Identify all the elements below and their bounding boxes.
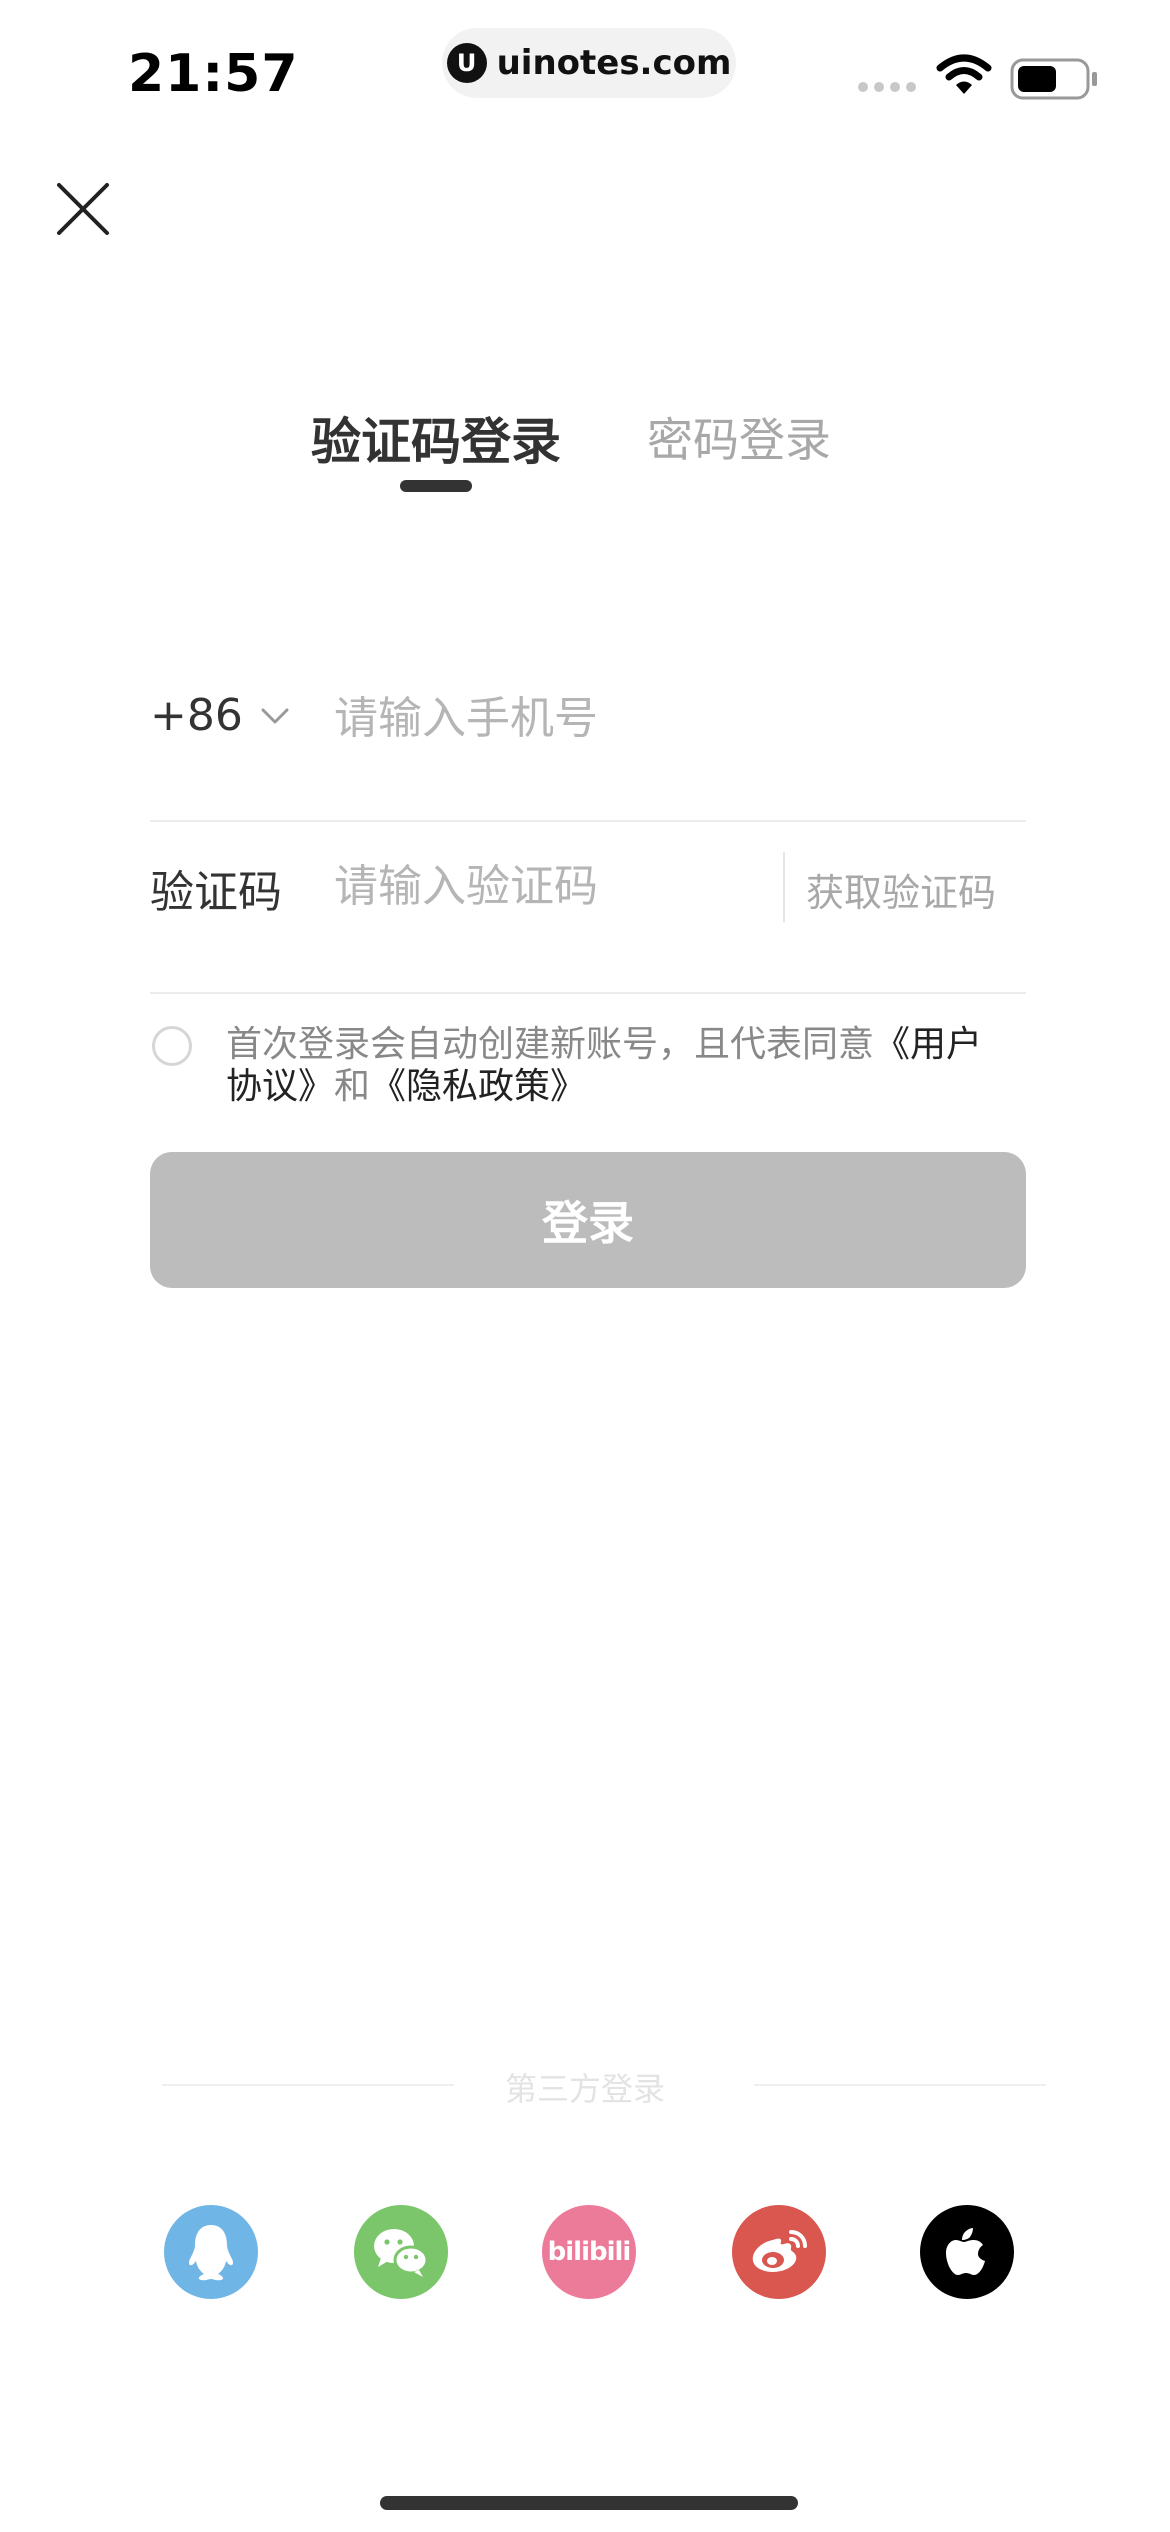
close-icon[interactable] xyxy=(56,182,110,236)
code-label: 验证码 xyxy=(150,867,282,918)
weibo-icon xyxy=(752,2230,807,2272)
weibo-login-button[interactable] xyxy=(732,2205,826,2299)
qq-login-button[interactable] xyxy=(164,2205,258,2299)
agreement-and: 和 xyxy=(334,1066,371,1107)
url-text: uinotes.com xyxy=(496,43,732,83)
get-code-button[interactable]: 获取验证码 xyxy=(806,862,996,917)
qq-icon xyxy=(188,2225,234,2281)
chevron-down-icon xyxy=(261,708,289,723)
login-button[interactable]: 登录 xyxy=(150,1152,1026,1288)
phone-input[interactable] xyxy=(334,686,1014,750)
bilibili-login-button[interactable]: bilibili xyxy=(542,2205,636,2299)
signal-icon xyxy=(858,82,916,92)
code-divider xyxy=(150,992,1026,994)
wifi-icon xyxy=(936,54,992,94)
privacy-policy-link[interactable]: 《隐私政策》 xyxy=(370,1066,586,1107)
tab-password-login[interactable]: 密码登录 xyxy=(644,404,834,470)
url-pill[interactable]: U uinotes.com xyxy=(442,28,736,98)
code-input[interactable] xyxy=(334,854,764,918)
wechat-icon xyxy=(374,2229,429,2277)
third-party-divider-left xyxy=(162,2084,454,2086)
country-code-label: +86 xyxy=(150,690,243,741)
apple-icon xyxy=(946,2228,985,2275)
status-time: 21:57 xyxy=(128,44,299,104)
bilibili-icon: bilibili xyxy=(547,2237,632,2267)
site-logo-icon: U xyxy=(446,43,487,83)
tab-sms-login[interactable]: 验证码登录 xyxy=(306,402,566,474)
agreement-prefix: 首次登录会自动创建新账号，且代表同意 xyxy=(226,1024,875,1065)
wechat-login-button[interactable] xyxy=(354,2205,448,2299)
third-party-divider-right xyxy=(754,2084,1046,2086)
agreement-text: 首次登录会自动创建新账号，且代表同意《用户协议》和《隐私政策》 xyxy=(226,1024,1016,1108)
code-separator xyxy=(783,852,785,922)
home-indicator xyxy=(380,2496,798,2510)
country-code-selector[interactable]: +86 xyxy=(150,690,289,741)
apple-login-button[interactable] xyxy=(920,2205,1014,2299)
tab-active-indicator xyxy=(400,480,472,492)
agreement-checkbox[interactable] xyxy=(152,1026,192,1066)
battery-icon xyxy=(1010,58,1097,100)
phone-divider xyxy=(150,820,1026,822)
third-party-label: 第三方登录 xyxy=(504,2070,665,2108)
